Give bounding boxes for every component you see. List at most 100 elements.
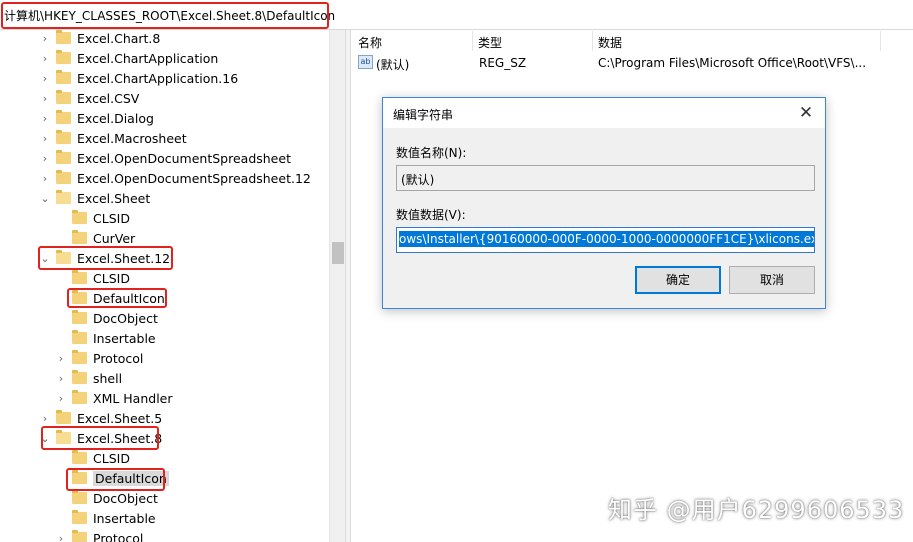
value-name-field: (默认)	[396, 165, 815, 191]
folder-icon	[56, 110, 71, 124]
column-divider[interactable]	[880, 31, 881, 51]
tree-node-label: Excel.OpenDocumentSpreadsheet	[77, 150, 291, 166]
folder-icon	[72, 210, 87, 224]
folder-icon	[72, 310, 87, 324]
chevron-right-icon[interactable]: ›	[40, 48, 50, 68]
value-type: REG_SZ	[479, 56, 527, 70]
folder-icon	[72, 270, 87, 284]
close-icon[interactable]: ✕	[795, 102, 817, 124]
tree-node-label: Insertable	[93, 510, 156, 526]
chevron-right-icon[interactable]: ›	[40, 128, 50, 148]
folder-icon	[72, 450, 87, 464]
tree-node-label: Excel.OpenDocumentSpreadsheet.12	[77, 170, 311, 186]
tree-node-label: CLSID	[93, 210, 130, 226]
folder-icon	[56, 30, 71, 44]
tree-node-label: shell	[93, 370, 123, 386]
tree-node[interactable]: › Excel.OpenDocumentSpreadsheet	[43, 148, 291, 168]
tree-node[interactable]: Insertable	[72, 328, 156, 348]
tree-node-label: Excel.Dialog	[77, 110, 154, 126]
chevron-right-icon[interactable]: ›	[40, 408, 50, 428]
tree-node[interactable]: › Excel.Sheet.5	[43, 408, 163, 428]
cancel-button[interactable]: 取消	[729, 266, 815, 294]
value-row[interactable]: ab (默认) REG_SZ C:\Program Files\Microsof…	[352, 53, 913, 73]
tree-node[interactable]: › Excel.Macrosheet	[43, 128, 187, 148]
column-header-type[interactable]: 类型	[478, 34, 502, 51]
tree-node[interactable]: › Excel.OpenDocumentSpreadsheet.12	[43, 168, 311, 188]
panel-splitter[interactable]	[345, 30, 351, 542]
tree-node[interactable]: CLSID	[72, 268, 130, 288]
tree-node[interactable]: DocObject	[72, 488, 158, 508]
tree-node[interactable]: CurVer	[72, 228, 135, 248]
folder-icon	[56, 70, 71, 84]
chevron-right-icon[interactable]: ›	[40, 168, 50, 188]
column-divider[interactable]	[472, 31, 473, 51]
edit-string-dialog: 编辑字符串 ✕ 数值名称(N): (默认) 数值数据(V): ows\Insta…	[382, 97, 826, 309]
chevron-right-icon[interactable]: ›	[56, 528, 66, 542]
value-data-input[interactable]: ows\Installer\{90160000-000F-0000-1000-0…	[396, 227, 815, 253]
highlight-excel-sheet-12	[38, 246, 173, 270]
scrollbar-thumb[interactable]	[332, 242, 344, 264]
tree-node[interactable]: › Protocol	[59, 528, 144, 542]
tree-node[interactable]: DocObject	[72, 308, 158, 328]
chevron-right-icon[interactable]: ›	[40, 108, 50, 128]
folder-icon	[72, 230, 87, 244]
folder-icon	[56, 170, 71, 184]
folder-icon	[72, 390, 87, 404]
chevron-right-icon[interactable]: ›	[40, 30, 50, 48]
folder-icon	[72, 530, 87, 542]
folder-icon	[56, 130, 71, 144]
registry-tree[interactable]: › Excel.Chart.8 › Excel.ChartApplication › Ex…	[0, 30, 345, 542]
tree-node[interactable]: › Excel.ChartApplication.16	[43, 68, 238, 88]
highlight-excel-sheet-8	[41, 426, 159, 450]
tree-scrollbar[interactable]	[329, 30, 345, 542]
tree-node[interactable]: › Excel.Chart.8	[43, 30, 161, 48]
tree-node[interactable]: › XML Handler	[59, 388, 173, 408]
value-data: C:\Program Files\Microsoft Office\Root\V…	[598, 56, 867, 70]
ok-button[interactable]: 确定	[635, 266, 721, 294]
tree-node-label: CLSID	[93, 270, 130, 286]
tree-node[interactable]: CLSID	[72, 208, 130, 228]
chevron-right-icon[interactable]: ›	[56, 368, 66, 388]
tree-node-label: Excel.Chart.8	[77, 30, 161, 46]
tree-node-label: Protocol	[93, 350, 144, 366]
tree-node-label: CLSID	[93, 450, 130, 466]
tree-node[interactable]: › Excel.ChartApplication	[43, 48, 218, 68]
tree-node[interactable]: › Excel.CSV	[43, 88, 140, 108]
chevron-right-icon[interactable]: ›	[40, 68, 50, 88]
tree-node-label: DocObject	[93, 490, 158, 506]
tree-node-label: DocObject	[93, 310, 158, 326]
folder-icon	[72, 370, 87, 384]
chevron-right-icon[interactable]: ›	[40, 148, 50, 168]
column-header-data[interactable]: 数据	[598, 34, 622, 51]
tree-node-label: Excel.Macrosheet	[77, 130, 187, 146]
tree-node-label: Protocol	[93, 530, 144, 542]
value-data-label: 数值数据(V):	[396, 208, 466, 222]
tree-node[interactable]: Insertable	[72, 508, 156, 528]
folder-icon	[56, 90, 71, 104]
tree-node-label: Excel.CSV	[77, 90, 140, 106]
tree-node[interactable]: › shell	[59, 368, 123, 388]
dialog-titlebar[interactable]: 编辑字符串 ✕	[383, 98, 825, 128]
tree-node[interactable]: › Excel.Dialog	[43, 108, 154, 128]
tree-node[interactable]: CLSID	[72, 448, 130, 468]
value-name: (默认)	[376, 58, 410, 72]
highlight-address	[1, 2, 329, 29]
tree-node[interactable]: › Protocol	[59, 348, 144, 368]
chevron-down-icon[interactable]: ⌄	[40, 188, 50, 208]
tree-node-label: CurVer	[93, 230, 136, 246]
dialog-title: 编辑字符串	[393, 108, 454, 122]
value-data-text[interactable]: ows\Installer\{90160000-000F-0000-1000-0…	[399, 231, 814, 247]
chevron-right-icon[interactable]: ›	[56, 348, 66, 368]
chevron-right-icon[interactable]: ›	[40, 88, 50, 108]
column-divider[interactable]	[592, 31, 593, 51]
chevron-right-icon[interactable]: ›	[56, 388, 66, 408]
value-list-header: 名称 类型 数据	[352, 31, 913, 51]
watermark: 知乎 @用户6299606533	[608, 496, 905, 524]
folder-icon	[56, 50, 71, 64]
tree-node-label: Excel.Sheet.5	[77, 410, 163, 426]
string-value-icon: ab	[358, 55, 373, 69]
tree-node[interactable]: ⌄ Excel.Sheet	[40, 188, 150, 208]
folder-icon	[72, 510, 87, 524]
column-header-name[interactable]: 名称	[358, 34, 382, 51]
highlight-defaulticon-12	[67, 288, 167, 308]
